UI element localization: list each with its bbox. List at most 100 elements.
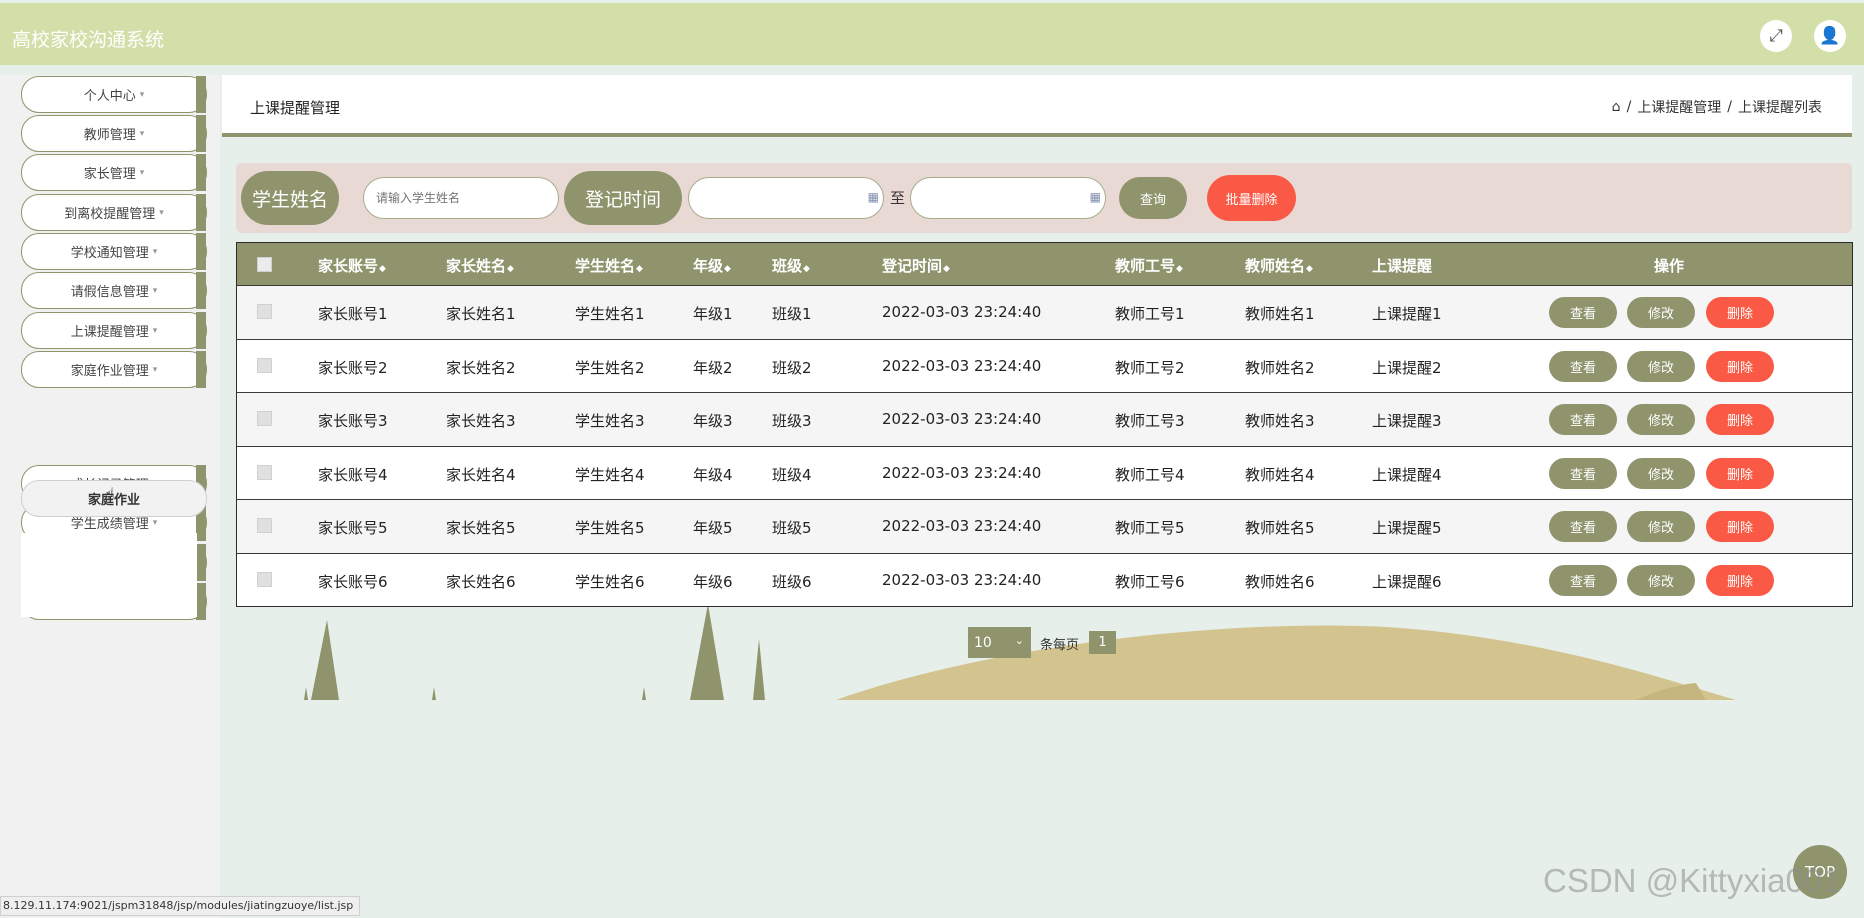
- sort-icon[interactable]: ◆: [636, 264, 643, 274]
- column-header-student-name[interactable]: 学生姓名◆: [575, 255, 643, 276]
- batch-delete-button[interactable]: 批量删除: [1207, 175, 1296, 221]
- column-header-label: 学生姓名: [575, 257, 636, 275]
- calendar-icon[interactable]: ▦: [1090, 190, 1101, 204]
- page-number-1[interactable]: 1: [1089, 631, 1116, 654]
- sidebar-item-teacher-mgmt[interactable]: 教师管理 ▾: [21, 115, 207, 152]
- page-size-select[interactable]: 10 ⌄: [968, 627, 1031, 658]
- student-name-cell: 学生姓名4: [575, 465, 645, 484]
- sidebar-item-accent: [196, 115, 206, 152]
- column-header-grade[interactable]: 年级◆: [693, 255, 731, 276]
- delete-button[interactable]: 删除: [1706, 564, 1774, 596]
- column-header-register-time[interactable]: 登记时间◆: [882, 255, 950, 276]
- row-checkbox[interactable]: [257, 304, 272, 319]
- parent-name-cell: 家长姓名5: [446, 519, 516, 537]
- column-header-teacher-name[interactable]: 教师姓名◆: [1245, 255, 1313, 276]
- sort-icon[interactable]: ◆: [803, 264, 810, 274]
- user-icon[interactable]: 👤: [1814, 20, 1846, 52]
- column-header-parent-account[interactable]: 家长账号◆: [318, 255, 386, 276]
- app-title: 高校家校沟通系统: [12, 29, 165, 51]
- teacher-name-cell: 教师姓名1: [1245, 305, 1315, 323]
- view-button[interactable]: 查看: [1549, 457, 1617, 489]
- tree-decoration: [753, 639, 765, 700]
- edit-button[interactable]: 修改: [1627, 564, 1695, 596]
- sort-icon[interactable]: ◆: [724, 264, 731, 274]
- row-checkbox[interactable]: [257, 411, 272, 426]
- view-button[interactable]: 查看: [1549, 350, 1617, 382]
- end-date-input[interactable]: ▦: [910, 177, 1106, 219]
- delete-button[interactable]: 删除: [1706, 457, 1774, 489]
- breadcrumb-level1[interactable]: 上课提醒管理: [1637, 97, 1721, 117]
- parent-account-cell: 家长账号6: [318, 572, 388, 591]
- sort-icon[interactable]: ◆: [1306, 264, 1313, 274]
- column-header-class[interactable]: 班级◆: [772, 255, 810, 276]
- chevron-down-icon: ▾: [139, 167, 145, 178]
- sidebar-item-leave-info-mgmt[interactable]: 请假信息管理 ▾: [21, 272, 207, 309]
- start-date-input[interactable]: ▦: [688, 177, 884, 219]
- delete-button[interactable]: 删除: [1706, 297, 1774, 328]
- delete-button[interactable]: 删除: [1706, 511, 1774, 542]
- edit-button[interactable]: 修改: [1627, 350, 1695, 382]
- row-checkbox[interactable]: [257, 464, 272, 480]
- sort-icon[interactable]: ◆: [379, 264, 386, 274]
- sidebar-item-school-notice-mgmt[interactable]: 学校通知管理 ▾: [21, 233, 207, 270]
- sort-icon[interactable]: ◆: [1176, 264, 1183, 274]
- view-button[interactable]: 查看: [1549, 297, 1617, 328]
- reminder-cell: 上课提醒6: [1372, 572, 1442, 591]
- sidebar-item-parent-mgmt[interactable]: 家长管理 ▾: [21, 154, 207, 191]
- sidebar-item-homework-mgmt[interactable]: 家庭作业管理 ▾: [21, 351, 207, 388]
- sidebar-item-arrival-reminder-mgmt[interactable]: 到离校提醒管理 ▾: [21, 194, 207, 231]
- column-header-label: 上课提醒: [1372, 257, 1433, 275]
- column-header-label: 年级: [693, 257, 724, 275]
- column-header-parent-name[interactable]: 家长姓名◆: [446, 255, 514, 276]
- table-row: 家长账号3 家长姓名3 学生姓名3 年级3 班级3 2022-03-03 23:24:40…: [237, 392, 1852, 446]
- sidebar-item-accent: [196, 233, 206, 270]
- student-name-cell: 学生姓名5: [575, 519, 645, 537]
- reminder-cell: 上课提醒1: [1372, 305, 1442, 323]
- teacher-name-cell: 教师姓名5: [1245, 519, 1315, 537]
- parent-name-cell: 家长姓名2: [446, 358, 516, 377]
- column-header-teacher-id[interactable]: 教师工号◆: [1115, 255, 1183, 276]
- row-checkbox[interactable]: [257, 357, 272, 373]
- register-time-label: 登记时间: [564, 171, 682, 225]
- chevron-down-icon: ▾: [139, 128, 145, 139]
- fullscreen-icon[interactable]: ⤢: [1760, 20, 1792, 52]
- sort-icon[interactable]: ◆: [507, 264, 514, 274]
- edit-button[interactable]: 修改: [1627, 297, 1695, 328]
- chevron-down-icon: ▾: [152, 364, 158, 375]
- register-time-cell: 2022-03-03 23:24:40: [882, 410, 1042, 428]
- sidebar-item-class-reminder-mgmt[interactable]: 上课提醒管理 ▾: [21, 312, 207, 349]
- column-header-label: 登记时间: [882, 257, 943, 275]
- home-icon[interactable]: ⌂: [1612, 99, 1621, 115]
- tree-decoration: [304, 687, 308, 700]
- edit-button[interactable]: 修改: [1627, 404, 1695, 435]
- sidebar-item-accent: [196, 194, 206, 231]
- calendar-icon[interactable]: ▦: [868, 190, 879, 204]
- sidebar-item-label: 个人中心: [83, 89, 136, 104]
- grade-cell: 年级3: [693, 412, 733, 430]
- chevron-down-icon: ▾: [152, 246, 158, 257]
- delete-button[interactable]: 删除: [1706, 350, 1774, 382]
- view-button[interactable]: 查看: [1549, 511, 1617, 542]
- table-row: 家长账号5 家长姓名5 学生姓名5 年级5 班级5 2022-03-03 23:24:40…: [237, 499, 1852, 553]
- query-button[interactable]: 查询: [1119, 177, 1187, 219]
- chevron-down-icon: ▾: [139, 89, 145, 100]
- edit-button[interactable]: 修改: [1627, 457, 1695, 489]
- edit-button[interactable]: 修改: [1627, 511, 1695, 542]
- delete-button[interactable]: 删除: [1706, 404, 1774, 435]
- row-checkbox[interactable]: [257, 518, 272, 533]
- select-all-checkbox[interactable]: [257, 257, 272, 272]
- breadcrumb-separator: /: [1626, 99, 1632, 115]
- column-header-label: 教师姓名: [1245, 257, 1306, 275]
- view-button[interactable]: 查看: [1549, 564, 1617, 596]
- student-name-input[interactable]: [363, 177, 559, 219]
- sidebar-item-personal-center[interactable]: 个人中心 ▾: [21, 76, 207, 113]
- register-time-cell: 2022-03-03 23:24:40: [882, 570, 1042, 589]
- parent-account-cell: 家长账号2: [318, 358, 388, 377]
- table-body: 家长账号1 家长姓名1 学生姓名1 年级1 班级1 2022-03-03 23:24:40…: [237, 285, 1852, 606]
- breadcrumb-level2: 上课提醒列表: [1738, 100, 1822, 116]
- table-header: 家长账号◆ 家长姓名◆ 学生姓名◆ 年级◆ 班级◆ 登记时间◆ 教师工号◆ 教师姓名◆ 上课提醒…: [237, 243, 1852, 285]
- view-button[interactable]: 查看: [1549, 404, 1617, 435]
- sort-icon[interactable]: ◆: [943, 264, 950, 274]
- row-checkbox[interactable]: [257, 571, 272, 587]
- column-header-label: 教师工号: [1115, 257, 1176, 275]
